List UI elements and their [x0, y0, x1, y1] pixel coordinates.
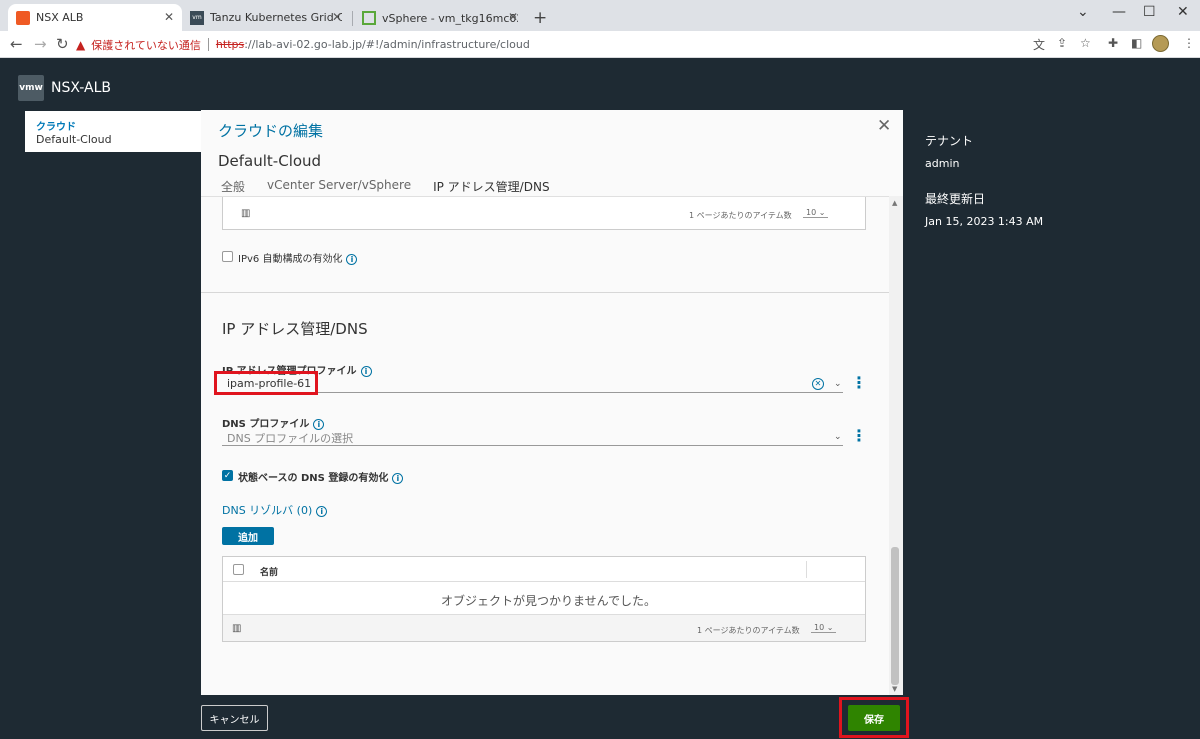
per-page-label: 1 ページあたりのアイテム数: [689, 211, 792, 220]
menu-kebab-icon[interactable]: ⋮: [1183, 36, 1195, 50]
select-all-checkbox[interactable]: [233, 564, 244, 575]
ipv6-label-text: IPv6 自動構成の有効化: [238, 254, 343, 265]
vsphere-favicon-icon: [362, 10, 376, 25]
close-tab-icon[interactable]: ✕: [332, 10, 342, 24]
cloud-label: クラウド: [36, 122, 76, 133]
app-title: NSX-ALB: [51, 80, 111, 96]
cloud-value: Default-Cloud: [36, 133, 112, 146]
dns-profile-placeholder: DNS プロファイルの選択: [227, 432, 354, 445]
browser-tab-tanzu[interactable]: vm Tanzu Kubernetes Grid Confirm S ✕: [182, 4, 350, 31]
column-toggle-icon[interactable]: ▥: [241, 208, 250, 219]
modal-scrollbar[interactable]: ▲ ▼: [889, 196, 903, 695]
tab-title: NSX ALB: [36, 11, 84, 24]
address-divider: [207, 38, 209, 51]
table-footer: ▥ 1 ページあたりのアイテム数 10 ⌄: [223, 614, 865, 641]
extensions-icon[interactable]: ✚: [1108, 36, 1118, 50]
column-name-header[interactable]: 名前: [260, 565, 278, 578]
browser-tab-strip: NSX ALB ✕ vm Tanzu Kubernetes Grid Confi…: [0, 0, 1200, 31]
scroll-up-icon[interactable]: ▲: [892, 199, 897, 207]
ipv6-label: IPv6 自動構成の有効化 i: [238, 250, 358, 265]
vmw-favicon-icon: vm: [190, 10, 204, 25]
empty-message: オブジェクトが見つかりませんでした。: [441, 594, 657, 608]
per-page-select[interactable]: 10 ⌄: [811, 623, 837, 633]
browser-tab-nsx-alb[interactable]: NSX ALB ✕: [8, 4, 182, 31]
close-tab-icon[interactable]: ✕: [508, 10, 518, 24]
cloud-summary-card: クラウド Default-Cloud: [25, 111, 205, 152]
per-page-value: 10: [806, 208, 817, 217]
reload-icon[interactable]: ↻: [56, 35, 69, 53]
modal-header: クラウドの編集 ✕ Default-Cloud 全般 vCenter Serve…: [201, 110, 903, 200]
translate-icon[interactable]: 文: [1033, 36, 1045, 53]
chevron-down-icon[interactable]: ⌄: [834, 379, 842, 389]
highlight-box: [839, 697, 909, 738]
ipv6-checkbox[interactable]: [222, 251, 233, 262]
tab-title: vSphere - vm_tkg16mc02 - サマリ: [382, 11, 518, 25]
modal-footer: [0, 695, 1200, 739]
clear-selection-icon[interactable]: ✕: [812, 378, 824, 390]
url-scheme: https: [215, 38, 245, 51]
modal-subtitle: Default-Cloud: [218, 152, 322, 170]
highlight-box: [214, 371, 318, 395]
info-icon[interactable]: i: [316, 505, 328, 517]
column-divider: [806, 561, 807, 578]
forward-icon[interactable]: →: [34, 35, 47, 53]
add-resolver-button[interactable]: 追加: [222, 527, 274, 545]
state-dns-label-text: 状態ベースの DNS 登録の有効化: [238, 473, 389, 484]
share-icon[interactable]: ⇪: [1057, 36, 1067, 50]
nsx-favicon-icon: [16, 10, 30, 25]
browser-toolbar: ← → ↻ ▲ 保護されていない通信 https ://lab-avi-02.g…: [0, 31, 1200, 58]
section-divider: [201, 292, 889, 293]
column-toggle-icon[interactable]: ▥: [232, 623, 241, 634]
window-close-icon[interactable]: ✕: [1177, 4, 1189, 20]
tenant-value: admin: [925, 157, 960, 170]
edit-cloud-modal: クラウドの編集 ✕ Default-Cloud 全般 vCenter Serve…: [201, 110, 903, 695]
tenant-label: テナント: [925, 134, 974, 148]
table-header: 名前: [223, 557, 865, 582]
info-icon[interactable]: i: [392, 472, 404, 484]
last-updated-label: 最終更新日: [925, 192, 986, 206]
info-icon[interactable]: i: [346, 253, 358, 265]
warning-icon: ▲: [76, 37, 86, 52]
per-page-select[interactable]: 10 ⌄: [803, 208, 829, 218]
vmware-logo: vmw: [18, 75, 44, 101]
url-text: ://lab-avi-02.go-lab.jp/#!/admin/infrast…: [244, 38, 530, 51]
address-bar[interactable]: ▲ 保護されていない通信 https ://lab-avi-02.go-lab.…: [76, 34, 1106, 55]
state-dns-label: 状態ベースの DNS 登録の有効化 i: [238, 469, 404, 484]
dns-more-icon[interactable]: ⋮: [851, 428, 867, 444]
right-info-panel: テナント admin 最終更新日 Jan 15, 2023 1:43 AM: [925, 132, 1043, 248]
scroll-down-icon[interactable]: ▼: [892, 685, 897, 693]
tab-title: Tanzu Kubernetes Grid Confirm S: [210, 11, 342, 24]
ipam-more-icon[interactable]: ⋮: [851, 375, 867, 391]
new-tab-button[interactable]: +: [533, 8, 547, 28]
profile-avatar[interactable]: [1152, 35, 1169, 52]
cancel-button[interactable]: キャンセル: [201, 705, 268, 731]
modal-title: クラウドの編集: [218, 122, 324, 140]
close-tab-icon[interactable]: ✕: [164, 10, 174, 24]
per-page-label: 1 ページあたりのアイテム数: [697, 626, 800, 635]
last-updated-value: Jan 15, 2023 1:43 AM: [925, 215, 1044, 228]
top-table-footer: ▥ 1 ページあたりのアイテム数 10 ⌄: [222, 197, 866, 230]
minimize-icon[interactable]: —: [1112, 4, 1126, 20]
app-header: vmw NSX-ALB: [0, 58, 1200, 110]
side-panel-icon[interactable]: ◧: [1131, 36, 1142, 50]
modal-close-icon[interactable]: ✕: [877, 116, 891, 136]
browser-tab-vsphere[interactable]: vSphere - vm_tkg16mc02 - サマリ ✕: [354, 4, 526, 31]
chevron-down-icon[interactable]: ⌄: [834, 432, 842, 442]
dns-resolvers-label-text: DNS リゾルバ (0): [222, 504, 313, 517]
modal-body[interactable]: ▥ 1 ページあたりのアイテム数 10 ⌄ IPv6 自動構成の有効化 i IP …: [201, 196, 889, 695]
state-dns-checkbox[interactable]: ✓: [222, 470, 233, 481]
tab-search-icon[interactable]: ⌄: [1077, 4, 1089, 20]
security-status[interactable]: 保護されていない通信: [91, 37, 201, 53]
tab-separator: [352, 11, 353, 26]
section-title: IP アドレス管理/DNS: [222, 320, 368, 338]
scrollbar-thumb[interactable]: [891, 547, 899, 685]
maximize-icon[interactable]: ☐: [1143, 4, 1156, 20]
resolver-table: 名前 オブジェクトが見つかりませんでした。 ▥ 1 ページあたりのアイテム数 1…: [222, 556, 866, 642]
dns-resolvers-label: DNS リゾルバ (0) i: [222, 502, 328, 518]
back-icon[interactable]: ←: [10, 35, 23, 53]
per-page-value: 10: [814, 623, 825, 632]
bookmark-star-icon[interactable]: ☆: [1080, 36, 1091, 50]
